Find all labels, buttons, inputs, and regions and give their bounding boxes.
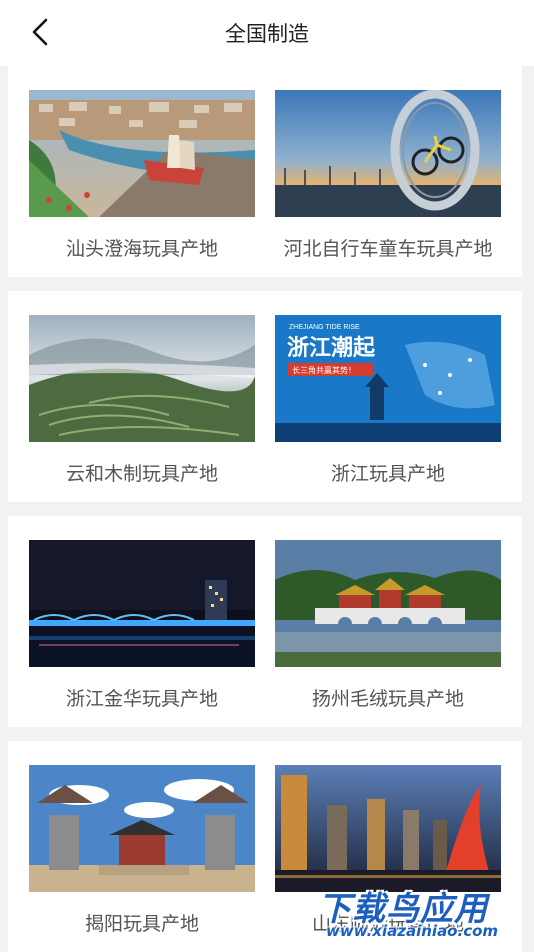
region-tile-yunhe[interactable]: 云和木制玩具产地 [29,315,255,486]
region-tile-zhejiang[interactable]: ZHEJIANG TIDE RISE 浙江潮起 长三角共赢其势！ 浙江玩具产地 [275,315,501,486]
region-label: 揭阳玩具产地 [84,913,199,935]
region-image-hebei [275,90,501,217]
region-card-row-1: 汕头澄海玩具产地 河北自行车童车玩具产地 [8,66,522,277]
region-image-yunhe [29,315,255,442]
region-image-shantou [29,90,255,217]
region-card-row-2: 云和木制玩具产地 ZHEJIANG TIDE RISE 浙江潮起 长三角共赢其势… [8,291,522,502]
region-card-row-3: 浙江金华玩具产地 扬州毛绒玩具产地 [8,516,522,727]
region-image-jinhua [29,540,255,667]
watermark-url: www.xiazainiao.com [326,922,499,940]
region-tile-yangzhou[interactable]: 扬州毛绒玩具产地 [275,540,501,711]
page-title: 全国制造 [225,22,309,46]
region-image-jieyang [29,765,255,892]
region-tile-shantou[interactable]: 汕头澄海玩具产地 [29,90,255,261]
region-label: 云和木制玩具产地 [65,463,218,485]
region-tile-jinhua[interactable]: 浙江金华玩具产地 [29,540,255,711]
poster-top-text: ZHEJIANG TIDE RISE [289,324,360,331]
watermark: 下载鸟应用 www.xiazainiao.com [312,882,530,944]
region-label: 汕头澄海玩具产地 [65,238,218,260]
region-label: 河北自行车童车玩具产地 [283,238,493,260]
poster-slogan: 长三角共赢其势！ [292,365,356,375]
region-image-zhejiang-poster: ZHEJIANG TIDE RISE 浙江潮起 长三角共赢其势！ [275,315,501,442]
top-bar: 全国制造 [0,0,534,66]
region-image-linyi [275,765,501,892]
poster-title: 浙江潮起 [287,336,376,361]
region-label: 浙江金华玩具产地 [65,688,218,710]
region-tile-jieyang[interactable]: 揭阳玩具产地 [29,765,255,936]
region-tile-hebei[interactable]: 河北自行车童车玩具产地 [275,90,501,261]
region-label: 扬州毛绒玩具产地 [311,688,464,710]
region-image-yangzhou [275,540,501,667]
region-label: 浙江玩具产地 [330,463,445,485]
